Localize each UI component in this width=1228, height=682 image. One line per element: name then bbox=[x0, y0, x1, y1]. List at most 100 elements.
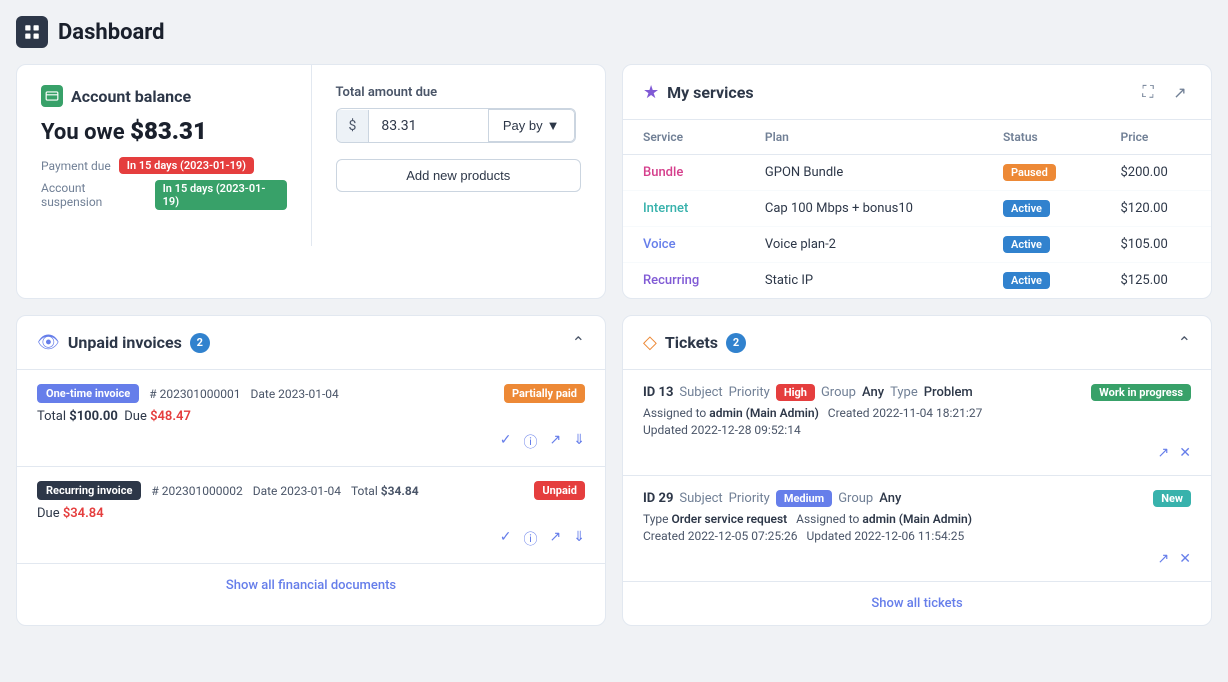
col-plan: Plan bbox=[745, 120, 983, 155]
service-plan: Voice plan-2 bbox=[745, 227, 983, 263]
balance-text: You owe $83.31 bbox=[41, 120, 207, 145]
priority-badge: Medium bbox=[776, 490, 832, 507]
service-status: Paused bbox=[983, 155, 1101, 191]
status-badge: Active bbox=[1003, 236, 1050, 253]
main-grid: Account balance You owe $83.31 Payment d… bbox=[16, 64, 1212, 626]
invoices-collapse-icon[interactable]: ⌃ bbox=[572, 333, 585, 352]
invoice-item: Recurring invoice # 202301000002 Date 20… bbox=[17, 466, 605, 563]
ticket-type-row: Type Order service request Assigned to a… bbox=[643, 512, 1191, 526]
invoice-date: Date 2023-01-04 bbox=[251, 387, 339, 401]
star-icon: ★ bbox=[643, 82, 659, 103]
checkmark-icon[interactable]: ✓ bbox=[500, 432, 512, 452]
services-title-row: ★ My services bbox=[643, 82, 754, 103]
open-icon[interactable]: ↗ bbox=[550, 432, 562, 452]
invoice-due: $48.47 bbox=[150, 409, 191, 424]
account-left: Account balance You owe $83.31 Payment d… bbox=[17, 65, 312, 246]
account-balance-title: Account balance bbox=[71, 87, 191, 106]
download-icon[interactable]: ⇓ bbox=[573, 529, 585, 549]
invoice-item: One-time invoice # 202301000001 Date 202… bbox=[17, 369, 605, 466]
suspension-label: Account suspension bbox=[41, 181, 147, 209]
ticket-id: ID 29 bbox=[643, 491, 673, 506]
service-plan: GPON Bundle bbox=[745, 155, 983, 191]
services-table-body: Bundle GPON Bundle Paused $200.00 Intern… bbox=[623, 155, 1211, 299]
account-right: Total amount due $ 83.31 Pay by ▼ Add ne… bbox=[312, 65, 606, 246]
page-header: Dashboard bbox=[16, 16, 1212, 48]
ticket-status-badge: Work in progress bbox=[1091, 384, 1191, 401]
account-balance-icon bbox=[41, 85, 63, 107]
show-all-invoices-link[interactable]: Show all financial documents bbox=[17, 563, 605, 607]
col-status: Status bbox=[983, 120, 1101, 155]
service-price: $200.00 bbox=[1101, 155, 1212, 191]
status-badge: Active bbox=[1003, 200, 1050, 217]
ticket-close-icon[interactable]: ✕ bbox=[1179, 445, 1191, 461]
tickets-list: ID 13 Subject Priority High Group Any Ty… bbox=[623, 369, 1211, 581]
service-link[interactable]: Bundle bbox=[643, 165, 683, 180]
invoice-amounts: Due $34.84 bbox=[37, 506, 585, 521]
invoice-status-badge: Unpaid bbox=[534, 481, 585, 500]
invoices-title-row: 👁 Unpaid invoices 2 bbox=[37, 332, 210, 353]
service-row: Internet Cap 100 Mbps + bonus10 Active $… bbox=[623, 191, 1211, 227]
expand-icon[interactable]: ⛶ bbox=[1137, 81, 1159, 103]
invoice-actions: ✓ ⓘ ↗ ⇓ bbox=[37, 432, 585, 452]
ticket-open-icon[interactable]: ↗ bbox=[1158, 445, 1170, 461]
invoice-number: # 202301000002 bbox=[151, 484, 242, 498]
balance-row: You owe $83.31 bbox=[41, 117, 287, 145]
service-status: Active bbox=[983, 227, 1101, 263]
service-link[interactable]: Recurring bbox=[643, 273, 699, 288]
invoice-actions: ✓ ⓘ ↗ ⇓ bbox=[37, 529, 585, 549]
service-price: $105.00 bbox=[1101, 227, 1212, 263]
grid-icon bbox=[16, 16, 48, 48]
invoices-list: One-time invoice # 202301000001 Date 202… bbox=[17, 369, 605, 563]
tickets-title-row: ◇ Tickets 2 bbox=[643, 332, 746, 353]
service-link[interactable]: Voice bbox=[643, 237, 676, 252]
service-plan: Static IP bbox=[745, 263, 983, 299]
invoice-type-badge: Recurring invoice bbox=[37, 481, 141, 500]
ticket-top-row: ID 29 Subject Priority Medium Group Any … bbox=[643, 490, 1191, 507]
service-status: Active bbox=[983, 263, 1101, 299]
ticket-updated: Updated 2022-12-28 09:52:14 bbox=[643, 423, 1191, 437]
total-due-label: Total amount due bbox=[336, 85, 582, 100]
info-icon[interactable]: ⓘ bbox=[524, 529, 538, 549]
tickets-collapse-icon[interactable]: ⌃ bbox=[1178, 333, 1191, 352]
invoice-top-row: Recurring invoice # 202301000002 Date 20… bbox=[37, 481, 585, 500]
tickets-header: ◇ Tickets 2 ⌃ bbox=[623, 316, 1211, 369]
add-products-button[interactable]: Add new products bbox=[336, 159, 582, 192]
amount-value: 83.31 bbox=[369, 110, 488, 142]
service-price: $120.00 bbox=[1101, 191, 1212, 227]
service-row: Recurring Static IP Active $125.00 bbox=[623, 263, 1211, 299]
service-link[interactable]: Internet bbox=[643, 201, 688, 216]
external-link-icon[interactable]: ↗ bbox=[1169, 81, 1191, 103]
ticket-tag-icon: ◇ bbox=[643, 332, 657, 353]
suspension-row: Account suspension In 15 days (2023-01-1… bbox=[41, 180, 287, 210]
tickets-card: ◇ Tickets 2 ⌃ ID 13 Subject Priority Hig… bbox=[622, 315, 1212, 626]
invoices-card: 👁 Unpaid invoices 2 ⌃ One-time invoice #… bbox=[16, 315, 606, 626]
services-title: My services bbox=[667, 83, 753, 102]
ticket-top-row: ID 13 Subject Priority High Group Any Ty… bbox=[643, 384, 1191, 401]
pay-by-button[interactable]: Pay by ▼ bbox=[488, 109, 575, 142]
account-inner: Account balance You owe $83.31 Payment d… bbox=[17, 65, 605, 246]
services-header: ★ My services ⛶ ↗ bbox=[623, 65, 1211, 120]
invoice-type-badge: One-time invoice bbox=[37, 384, 139, 403]
show-all-tickets-link[interactable]: Show all tickets bbox=[623, 581, 1211, 625]
services-header-row: Service Plan Status Price bbox=[623, 120, 1211, 155]
payment-due-label: Payment due bbox=[41, 159, 111, 173]
status-badge: Paused bbox=[1003, 164, 1056, 181]
invoices-header: 👁 Unpaid invoices 2 ⌃ bbox=[17, 316, 605, 369]
invoices-title: Unpaid invoices bbox=[68, 333, 182, 352]
amount-prefix: $ bbox=[337, 110, 370, 142]
download-icon[interactable]: ⇓ bbox=[573, 432, 585, 452]
tickets-count-badge: 2 bbox=[726, 333, 746, 353]
open-icon[interactable]: ↗ bbox=[550, 529, 562, 549]
invoice-due: $34.84 bbox=[63, 506, 104, 521]
ticket-close-icon[interactable]: ✕ bbox=[1179, 551, 1191, 567]
service-row: Bundle GPON Bundle Paused $200.00 bbox=[623, 155, 1211, 191]
ticket-open-icon[interactable]: ↗ bbox=[1158, 551, 1170, 567]
invoice-top-row: One-time invoice # 202301000001 Date 202… bbox=[37, 384, 585, 403]
page-title: Dashboard bbox=[58, 20, 165, 45]
invoice-amounts: Total $100.00 Due $48.47 bbox=[37, 409, 585, 424]
checkmark-icon[interactable]: ✓ bbox=[500, 529, 512, 549]
invoices-count-badge: 2 bbox=[190, 333, 210, 353]
service-price: $125.00 bbox=[1101, 263, 1212, 299]
chevron-down-icon: ▼ bbox=[547, 118, 560, 133]
info-icon[interactable]: ⓘ bbox=[524, 432, 538, 452]
